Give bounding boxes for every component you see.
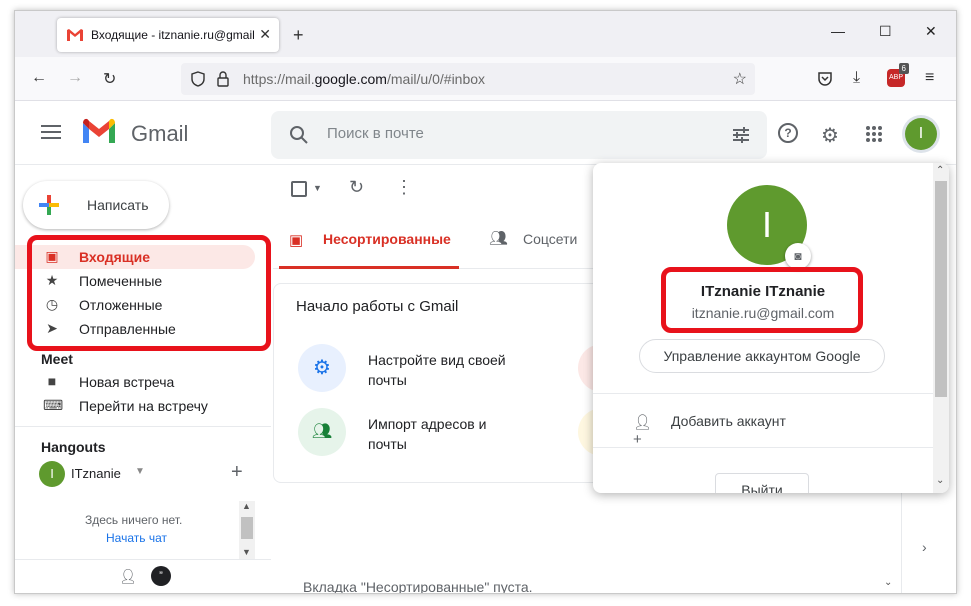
meet-item-label: Новая встреча — [79, 374, 175, 390]
join-meeting-item[interactable]: ⌨ Перейти на встречу — [15, 394, 255, 418]
account-popup: I ◙ ITznanie ITznanie itznanie.ru@gmail.… — [593, 163, 949, 493]
extension-badge: 6 — [898, 63, 909, 74]
meet-item-label: Перейти на встречу — [79, 398, 208, 414]
inbox-tab-icon: ▣ — [289, 232, 304, 249]
back-arrow-icon[interactable]: ← — [31, 69, 47, 87]
gmail-logo-icon[interactable] — [81, 117, 117, 145]
logout-button[interactable]: Выйти — [715, 473, 809, 493]
close-tab-icon[interactable]: ✕ — [259, 26, 271, 43]
scroll-thumb[interactable] — [935, 181, 947, 397]
expand-panel-icon[interactable]: › — [922, 539, 927, 555]
help-icon[interactable]: ? — [777, 122, 799, 144]
main-scrollbar[interactable]: ⌄ — [881, 481, 897, 593]
scroll-thumb[interactable] — [241, 517, 253, 539]
camera-icon[interactable]: ◙ — [785, 243, 811, 269]
minimize-icon[interactable]: — — [831, 23, 845, 39]
browser-tab[interactable]: Входящие - itznanie.ru@gmail.com - Gmail… — [57, 18, 279, 52]
highlight-box-account — [661, 267, 863, 333]
settings-icon[interactable]: ⚙ — [298, 344, 346, 392]
scroll-up-icon[interactable]: ⌃ — [936, 165, 944, 176]
start-chat-link[interactable]: Начать чат — [106, 531, 167, 545]
search-options-icon[interactable] — [731, 125, 751, 145]
forward-arrow-icon[interactable]: → — [67, 69, 83, 87]
keyboard-icon: ⌨ — [43, 397, 64, 413]
add-account-label: Добавить аккаунт — [671, 413, 786, 429]
search-bar[interactable]: Поиск в почте — [271, 111, 767, 159]
highlight-box-nav — [27, 235, 271, 351]
tab-label: Соцсети — [523, 231, 578, 247]
tab-label: Несортированные — [323, 231, 451, 247]
download-icon[interactable]: ⤓ — [853, 69, 860, 87]
scroll-down-icon[interactable]: ⌄ — [884, 577, 892, 588]
video-icon: ■ — [47, 373, 57, 389]
divider — [593, 393, 933, 394]
new-tab-button[interactable]: + — [293, 25, 304, 46]
import-contacts-text[interactable]: Импорт адресов и почты — [368, 414, 508, 454]
customize-inbox-text[interactable]: Настройте вид своей почты — [368, 350, 508, 390]
close-window-icon[interactable]: ✕ — [925, 23, 937, 40]
divider — [593, 447, 933, 448]
compose-plus-icon — [39, 195, 59, 215]
add-contacts-icon[interactable]: 👥︎ — [298, 408, 346, 456]
add-person-icon: 👤︎+ — [633, 414, 653, 448]
scroll-up-icon[interactable]: ▲ — [242, 501, 251, 511]
divider — [15, 426, 271, 427]
select-all-checkbox[interactable] — [291, 181, 307, 197]
select-dropdown-icon[interactable]: ▼ — [313, 183, 322, 193]
pocket-icon[interactable] — [817, 71, 833, 87]
maximize-icon[interactable]: ☐ — [879, 23, 892, 40]
hangouts-title: Hangouts — [41, 439, 106, 455]
adblock-extension-icon[interactable]: ABP 6 — [887, 63, 909, 87]
more-options-icon[interactable]: ⋮ — [395, 177, 413, 198]
app-name: Gmail — [131, 121, 189, 146]
chevron-down-icon[interactable]: ▼ — [135, 466, 145, 477]
shield-icon — [191, 71, 205, 87]
browser-window: Входящие - itznanie.ru@gmail.com - Gmail… — [14, 10, 957, 594]
compose-button[interactable]: Написать — [23, 181, 169, 229]
hangouts-bottom-bar: 👤︎ ” — [15, 559, 271, 593]
main-menu-icon[interactable] — [41, 125, 61, 143]
reload-icon[interactable]: ↻ — [103, 69, 116, 89]
svg-text:?: ? — [784, 126, 791, 140]
meet-title: Meet — [41, 351, 73, 367]
gmail-favicon-icon — [67, 29, 83, 41]
nav-bar: ← → ↻ https://mail.google.com/mail/u/0/#… — [15, 57, 956, 101]
manage-account-button[interactable]: Управление аккаунтом Google — [639, 339, 885, 373]
search-input[interactable]: Поиск в почте — [327, 125, 424, 142]
hangouts-user-name[interactable]: ITznanie — [71, 466, 121, 481]
url-bar[interactable]: https://mail.google.com/mail/u/0/#inbox … — [181, 63, 755, 95]
bookmark-star-icon[interactable]: ☆ — [733, 69, 747, 89]
hangouts-scrollbar[interactable]: ▲ ▼ — [239, 501, 255, 559]
tab-strip: Входящие - itznanie.ru@gmail.com - Gmail… — [15, 11, 956, 57]
search-icon[interactable] — [289, 125, 309, 145]
scroll-down-icon[interactable]: ⌄ — [936, 475, 944, 486]
gmail-header: Gmail Поиск в почте ? ⚙ I — [15, 101, 956, 165]
settings-gear-icon[interactable]: ⚙ — [821, 123, 839, 148]
tab-title: Входящие - itznanie.ru@gmail.com - Gmail — [91, 28, 255, 42]
compose-label: Написать — [87, 197, 149, 213]
people-icon: 👥︎ — [489, 230, 509, 247]
refresh-icon[interactable]: ↻ — [349, 177, 364, 198]
lock-icon — [217, 71, 229, 87]
extension-label: ABP — [888, 74, 903, 81]
apps-grid-icon[interactable] — [865, 125, 883, 143]
menu-icon[interactable]: ≡ — [925, 69, 934, 87]
tab-social[interactable]: 👥︎ Соцсети — [483, 213, 603, 269]
scroll-down-icon[interactable]: ▼ — [242, 547, 251, 557]
add-chat-icon[interactable]: + — [231, 461, 243, 484]
getting-started-title: Начало работы с Gmail — [296, 298, 459, 315]
new-meeting-item[interactable]: ■ Новая встреча — [15, 370, 255, 394]
popup-scrollbar[interactable]: ⌃ ⌄ — [933, 163, 949, 493]
person-icon[interactable]: 👤︎ — [119, 568, 137, 585]
hangouts-empty-text: Здесь ничего нет. — [85, 513, 183, 527]
account-avatar[interactable]: I — [905, 118, 937, 150]
empty-tab-message: Вкладка "Несортированные" пуста. — [303, 579, 533, 594]
hangouts-user-avatar[interactable]: I — [39, 461, 65, 487]
hangouts-chat-icon[interactable]: ” — [151, 566, 171, 586]
tab-primary[interactable]: ▣ Несортированные — [279, 213, 459, 269]
url-text: https://mail.google.com/mail/u/0/#inbox — [243, 71, 486, 87]
